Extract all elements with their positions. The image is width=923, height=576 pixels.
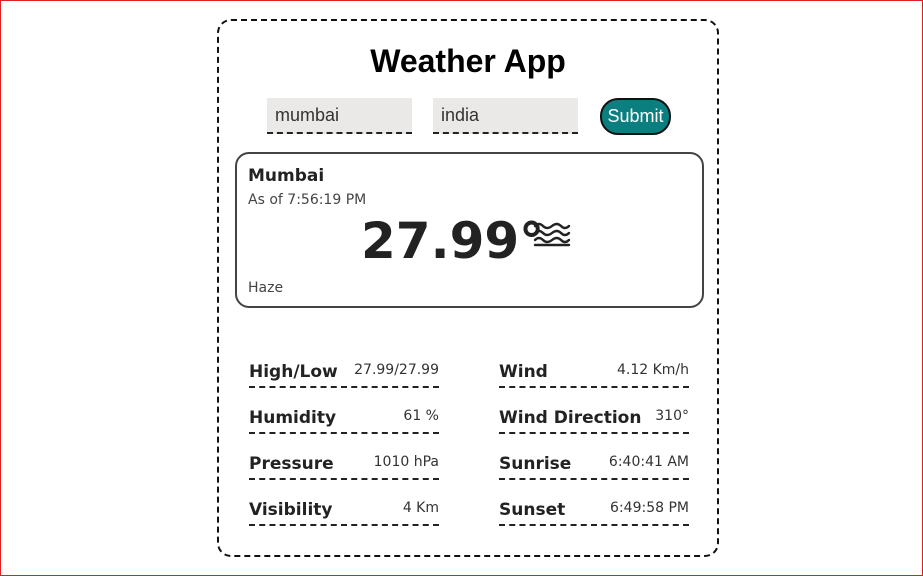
detail-row-wind: Wind 4.12 Km/h: [499, 360, 689, 388]
observation-time: As of 7:56:19 PM: [248, 192, 366, 208]
detail-value: 6:49:58 PM: [610, 500, 689, 516]
detail-row-high-low: High/Low 27.99/27.99: [249, 360, 439, 388]
current-weather-panel: Mumbai As of 7:56:19 PM 27.99° Haze: [235, 152, 704, 308]
detail-value: 4.12 Km/h: [616, 362, 689, 378]
detail-value: 6:40:41 AM: [608, 454, 689, 470]
app-title: Weather App: [370, 43, 566, 79]
detail-label: Pressure: [249, 454, 334, 474]
detail-label: Sunrise: [499, 454, 572, 474]
city-input[interactable]: [267, 98, 412, 134]
as-of-time: 7:56:19 PM: [287, 192, 367, 208]
detail-row-sunrise: Sunrise 6:40:41 AM: [499, 452, 689, 480]
detail-row-visibility: Visibility 4 Km: [249, 498, 439, 526]
submit-button[interactable]: Submit: [600, 98, 671, 135]
detail-label: Visibility: [249, 500, 333, 520]
detail-row-wind-direction: Wind Direction 310°: [499, 406, 689, 434]
detail-value: 310°: [655, 408, 689, 424]
temperature: 27.99°: [361, 212, 545, 270]
detail-label: Wind Direction: [499, 408, 642, 428]
detail-label: Sunset: [499, 500, 566, 520]
detail-value: 27.99/27.99: [354, 362, 439, 378]
detail-label: Wind: [499, 362, 548, 382]
weather-card: Weather App Submit Mumbai As of 7:56:19 …: [217, 19, 719, 557]
country-input[interactable]: [433, 98, 578, 134]
haze-icon: [533, 222, 571, 247]
detail-value: 1010 hPa: [373, 454, 439, 470]
detail-row-sunset: Sunset 6:49:58 PM: [499, 498, 689, 526]
detail-label: Humidity: [249, 408, 337, 428]
detail-label: High/Low: [249, 362, 338, 382]
weather-condition: Haze: [248, 280, 284, 296]
city-name: Mumbai: [248, 166, 325, 186]
detail-row-humidity: Humidity 61 %: [249, 406, 439, 434]
as-of-label: As of: [248, 192, 283, 208]
detail-value: 61 %: [403, 408, 439, 424]
detail-row-pressure: Pressure 1010 hPa: [249, 452, 439, 480]
detail-value: 4 Km: [402, 500, 439, 516]
